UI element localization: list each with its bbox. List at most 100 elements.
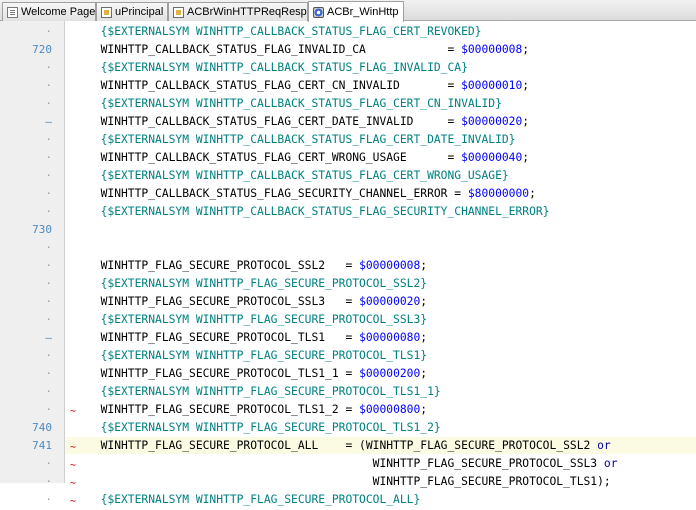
unit-icon (101, 6, 112, 18)
code-line[interactable]: WINHTTP_FLAG_SECURE_PROTOCOL_SSL3 = $000… (87, 293, 428, 310)
hex-literal: $00000080 (359, 331, 421, 344)
code-text: WINHTTP_FLAG_SECURE_PROTOCOL_ALL = (WINH… (87, 439, 598, 452)
line-number: · (45, 259, 52, 272)
code-line[interactable]: WINHTTP_CALLBACK_STATUS_FLAG_INVALID_CA … (87, 41, 530, 58)
hex-literal: $00000020 (461, 115, 523, 128)
error-squiggle-icon: ∼ (70, 496, 77, 507)
line-number: · (45, 205, 52, 218)
code-text: ; (529, 187, 536, 200)
line-number: · (45, 367, 52, 380)
code-text: WINHTTP_CALLBACK_STATUS_FLAG_SECURITY_CH… (87, 187, 468, 200)
compiler-directive: {$EXTERNALSYM WINHTTP_CALLBACK_STATUS_FL… (87, 61, 468, 74)
line-number: · (45, 493, 52, 506)
tab-welcome-page[interactable]: Welcome Page (2, 2, 96, 21)
line-number: · (45, 79, 52, 92)
line-number: · (45, 187, 52, 200)
line-number: – (45, 331, 52, 344)
code-line[interactable]: WINHTTP_FLAG_SECURE_PROTOCOL_TLS1_1 = $0… (87, 365, 428, 382)
hex-literal: $00000800 (359, 403, 421, 416)
gutter-divider (64, 21, 65, 483)
code-text: ; (420, 403, 428, 416)
code-line[interactable]: {$EXTERNALSYM WINHTTP_FLAG_SECURE_PROTOC… (87, 275, 427, 292)
hex-literal: $00000200 (359, 367, 421, 380)
error-squiggle-icon: ∼ (70, 442, 77, 453)
code-text: ; (420, 295, 428, 308)
code-line[interactable]: {$EXTERNALSYM WINHTTP_CALLBACK_STATUS_FL… (87, 131, 516, 148)
line-number: · (45, 457, 52, 470)
line-number: · (45, 97, 52, 110)
hex-literal: $00000020 (359, 295, 421, 308)
keyword: or (603, 457, 618, 470)
line-number: – (45, 115, 52, 128)
code-text: WINHTTP_FLAG_SECURE_PROTOCOL_SSL3 (87, 457, 604, 470)
line-number: · (45, 403, 52, 416)
code-text: WINHTTP_CALLBACK_STATUS_FLAG_CERT_WRONG_… (87, 151, 462, 164)
code-line[interactable]: WINHTTP_FLAG_SECURE_PROTOCOL_TLS1 = $000… (87, 329, 428, 346)
code-line[interactable]: {$EXTERNALSYM WINHTTP_CALLBACK_STATUS_FL… (87, 95, 502, 112)
hex-literal: $00000008 (359, 259, 421, 272)
code-line[interactable]: {$EXTERNALSYM WINHTTP_FLAG_SECURE_PROTOC… (87, 347, 427, 364)
error-squiggle-icon: ∼ (70, 406, 77, 417)
code-line[interactable]: WINHTTP_FLAG_SECURE_PROTOCOL_SSL2 = $000… (87, 257, 428, 274)
code-line[interactable]: {$EXTERNALSYM WINHTTP_CALLBACK_STATUS_FL… (87, 59, 468, 76)
code-line[interactable]: {$EXTERNALSYM WINHTTP_FLAG_SECURE_PROTOC… (87, 419, 441, 436)
line-number: · (45, 241, 52, 254)
compiler-directive: {$EXTERNALSYM WINHTTP_FLAG_SECURE_PROTOC… (87, 493, 421, 506)
code-line[interactable]: WINHTTP_FLAG_SECURE_PROTOCOL_SSL3 or (87, 455, 618, 472)
code-text: ; (522, 79, 530, 92)
code-line[interactable]: WINHTTP_CALLBACK_STATUS_FLAG_SECURITY_CH… (87, 185, 536, 202)
line-number: · (45, 169, 52, 182)
code-line[interactable]: {$EXTERNALSYM WINHTTP_FLAG_SECURE_PROTOC… (87, 491, 421, 508)
line-number: 720 (32, 43, 52, 56)
compiler-directive: {$EXTERNALSYM WINHTTP_FLAG_SECURE_PROTOC… (87, 349, 428, 362)
code-line[interactable]: WINHTTP_FLAG_SECURE_PROTOCOL_ALL = (WINH… (87, 437, 611, 454)
line-number: 740 (32, 421, 52, 434)
code-line[interactable]: WINHTTP_CALLBACK_STATUS_FLAG_CERT_CN_INV… (87, 77, 530, 94)
line-number: · (45, 151, 52, 164)
code-text: WINHTTP_CALLBACK_STATUS_FLAG_CERT_CN_INV… (87, 79, 462, 92)
unit-icon (173, 6, 184, 18)
code-text: ; (522, 115, 530, 128)
tab-acbr-winhttp[interactable]: ACBr_WinHttp (308, 1, 404, 22)
code-text: ; (420, 331, 428, 344)
code-text: ; (420, 367, 428, 380)
compiler-directive: {$EXTERNALSYM WINHTTP_CALLBACK_STATUS_FL… (87, 25, 482, 38)
tab-uprincipal[interactable]: uPrincipal (96, 2, 168, 21)
code-text: WINHTTP_FLAG_SECURE_PROTOCOL_SSL2 = (87, 259, 360, 272)
code-line[interactable]: WINHTTP_CALLBACK_STATUS_FLAG_CERT_DATE_I… (87, 113, 530, 130)
compiler-directive: {$EXTERNALSYM WINHTTP_CALLBACK_STATUS_FL… (87, 133, 516, 146)
code-line[interactable]: {$EXTERNALSYM WINHTTP_CALLBACK_STATUS_FL… (87, 203, 550, 220)
compiler-directive: {$EXTERNALSYM WINHTTP_CALLBACK_STATUS_FL… (87, 205, 550, 218)
code-text: WINHTTP_FLAG_SECURE_PROTOCOL_TLS1); (87, 475, 611, 488)
code-line[interactable]: {$EXTERNALSYM WINHTTP_FLAG_SECURE_PROTOC… (87, 311, 427, 328)
line-number: · (45, 475, 52, 488)
code-line[interactable]: WINHTTP_CALLBACK_STATUS_FLAG_CERT_WRONG_… (87, 149, 530, 166)
keyword: or (597, 439, 611, 452)
line-number: · (45, 133, 52, 146)
hex-literal: $00000040 (461, 151, 523, 164)
code-text: WINHTTP_FLAG_SECURE_PROTOCOL_TLS1_2 = (87, 403, 360, 416)
line-number: 741 (32, 439, 52, 452)
tab-label: ACBrWinHTTPReqResp (187, 6, 307, 18)
line-number: · (45, 385, 52, 398)
tab-acbrwinhttpreqresp[interactable]: ACBrWinHTTPReqResp (168, 2, 308, 21)
compiler-directive: {$EXTERNALSYM WINHTTP_CALLBACK_STATUS_FL… (87, 169, 509, 182)
compiler-directive: {$EXTERNALSYM WINHTTP_FLAG_SECURE_PROTOC… (87, 421, 441, 434)
code-text: ; (420, 259, 428, 272)
line-number: · (45, 277, 52, 290)
code-text: WINHTTP_FLAG_SECURE_PROTOCOL_TLS1_1 = (87, 367, 360, 380)
line-number: · (45, 61, 52, 74)
error-squiggle-icon: ∼ (70, 478, 77, 489)
code-text: WINHTTP_CALLBACK_STATUS_FLAG_INVALID_CA … (87, 43, 462, 56)
hex-literal: $80000000 (467, 187, 530, 200)
code-line[interactable]: {$EXTERNALSYM WINHTTP_CALLBACK_STATUS_FL… (87, 23, 482, 40)
editor-tab-bar: Welcome Page uPrincipal ACBrWinHTTPReqRe… (0, 0, 696, 22)
code-text: WINHTTP_FLAG_SECURE_PROTOCOL_TLS1 = (87, 331, 360, 344)
code-text: WINHTTP_FLAG_SECURE_PROTOCOL_SSL3 = (87, 295, 360, 308)
code-line[interactable]: WINHTTP_FLAG_SECURE_PROTOCOL_TLS1_2 = $0… (87, 401, 428, 418)
hex-literal: $00000008 (461, 43, 523, 56)
code-line[interactable]: WINHTTP_FLAG_SECURE_PROTOCOL_TLS1); (87, 473, 611, 490)
code-line[interactable]: {$EXTERNALSYM WINHTTP_CALLBACK_STATUS_FL… (87, 167, 509, 184)
page-icon (7, 6, 18, 18)
code-line[interactable]: {$EXTERNALSYM WINHTTP_FLAG_SECURE_PROTOC… (87, 383, 441, 400)
